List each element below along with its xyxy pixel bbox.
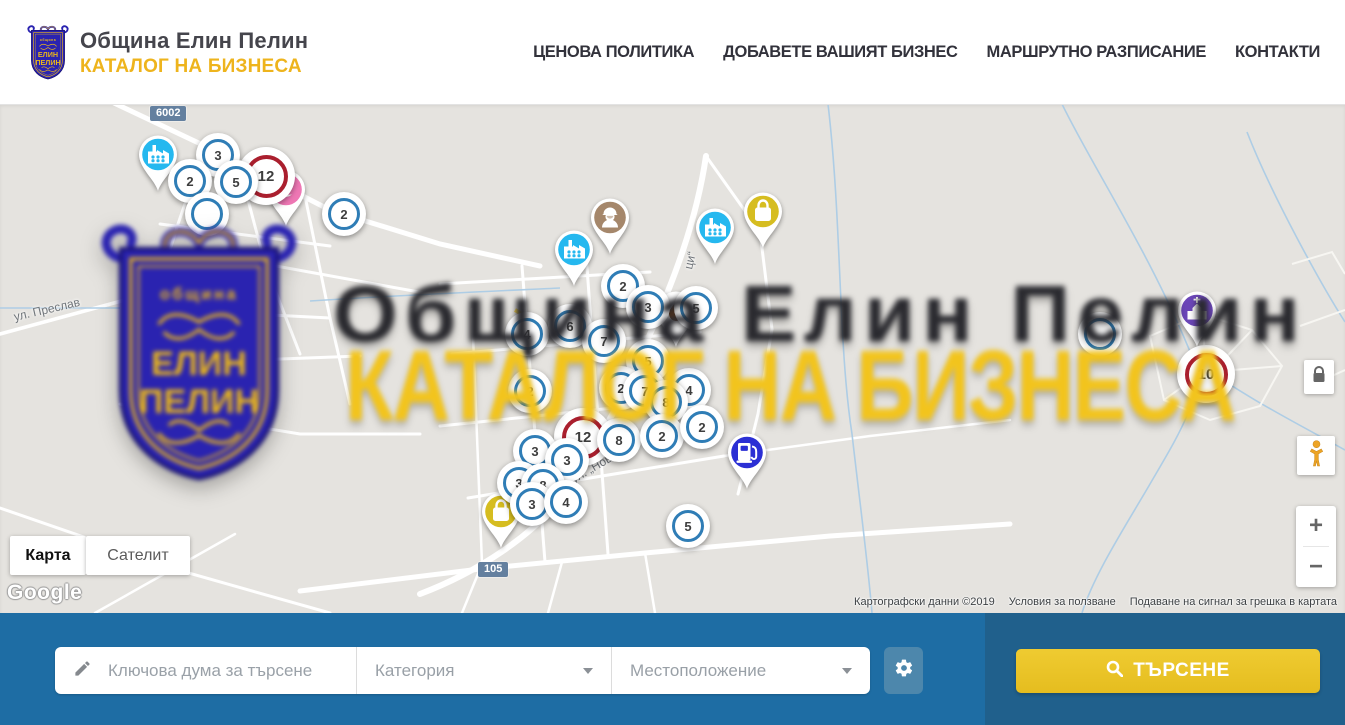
pegman-icon <box>1308 440 1325 472</box>
map-pin-church[interactable] <box>1173 289 1221 351</box>
map-cluster-marker[interactable]: 10 <box>1177 345 1235 403</box>
attribution-copyright: Картографски данни ©2019 <box>854 596 995 608</box>
map-cluster-marker[interactable]: 8 <box>597 418 641 462</box>
svg-text:община: община <box>40 38 57 42</box>
advanced-settings-button[interactable] <box>884 647 923 694</box>
map-cluster-marker[interactable]: 4 <box>505 312 549 356</box>
map-cluster-marker[interactable] <box>185 192 229 236</box>
gear-icon <box>894 658 914 683</box>
pencil-icon <box>73 659 92 683</box>
site-brand: Община Елин Пелин КАТАЛОГ НА БИЗНЕСА <box>80 28 308 78</box>
nav-item-add-business[interactable]: ДОБАВЕТЕ ВАШИЯТ БИЗНЕС <box>723 43 957 62</box>
main-nav: ЦЕНОВА ПОЛИТИКА ДОБАВЕТЕ ВАШИЯТ БИЗНЕС М… <box>533 0 1320 104</box>
zoom-control: + − <box>1296 506 1336 587</box>
site-subtitle: КАТАЛОГ НА БИЗНЕСА <box>80 56 308 78</box>
map-cluster-marker[interactable]: 7 <box>582 319 626 363</box>
google-map[interactable]: 6002105ул. Преславбул. „Новоселци“ <box>0 104 1345 613</box>
map-cluster-marker[interactable]: 5 <box>666 504 710 548</box>
zoom-out-button[interactable]: − <box>1296 547 1336 587</box>
map-attribution: Картографски данни ©2019 Условия за полз… <box>854 596 1337 608</box>
search-button[interactable]: ТЪРСЕНЕ <box>1016 649 1320 693</box>
attribution-terms-link[interactable]: Условия за ползване <box>1009 596 1116 608</box>
map-cluster-marker[interactable]: 2 <box>680 405 724 449</box>
map-markers-layer: 12 3 2 5 2 2 3 5 6 4 7 5 2 <box>0 104 1345 613</box>
street-view-pegman-button[interactable] <box>1297 436 1335 475</box>
map-cluster-marker[interactable]: 2 <box>640 414 684 458</box>
zoom-in-button[interactable]: + <box>1296 506 1336 546</box>
svg-text:ПЕЛИН: ПЕЛИН <box>35 58 60 67</box>
map-type-map-button[interactable]: Карта <box>10 536 86 575</box>
keyword-section <box>55 647 357 694</box>
chevron-down-icon <box>583 668 593 674</box>
search-bar: Категория Местоположение <box>55 647 870 694</box>
map-pin-bag[interactable] <box>739 190 787 252</box>
svg-text:ЕЛИН: ЕЛИН <box>38 50 58 59</box>
category-dropdown-label: Категория <box>375 661 454 681</box>
google-logo[interactable]: Google <box>7 581 82 605</box>
keyword-search-input[interactable] <box>106 660 340 682</box>
chevron-down-icon <box>842 668 852 674</box>
nav-item-pricing[interactable]: ЦЕНОВА ПОЛИТИКА <box>533 43 694 62</box>
map-pin-factory[interactable] <box>691 206 739 268</box>
nav-item-contacts[interactable]: КОНТАКТИ <box>1235 43 1320 62</box>
map-cluster-marker[interactable] <box>1078 312 1122 356</box>
map-type-satellite-button[interactable]: Сателит <box>86 536 190 575</box>
category-dropdown[interactable]: Категория <box>357 647 612 694</box>
site-header: община ЕЛИН ПЕЛИН Община Елин Пелин КАТА… <box>0 0 1345 105</box>
map-pin-fuel[interactable] <box>723 431 771 493</box>
map-pin-factory[interactable] <box>550 228 598 290</box>
site-title: Община Елин Пелин <box>80 28 308 54</box>
map-cluster-marker[interactable]: 5 <box>674 286 718 330</box>
attribution-report-error-link[interactable]: Подаване на сигнал за грешка в картата <box>1130 596 1337 608</box>
map-cluster-marker[interactable]: 2 <box>508 369 552 413</box>
lock-icon <box>1312 366 1326 389</box>
business-catalog-page: { "header": { "logo": {"top_text": "общи… <box>0 0 1345 725</box>
search-button-label: ТЪРСЕНЕ <box>1133 660 1230 682</box>
municipality-logo[interactable]: община ЕЛИН ПЕЛИН <box>24 21 72 83</box>
nav-item-route-schedule[interactable]: МАРШРУТНО РАЗПИСАНИЕ <box>987 43 1206 62</box>
location-dropdown[interactable]: Местоположение <box>612 647 870 694</box>
location-dropdown-label: Местоположение <box>630 661 766 681</box>
fullscreen-lock-button[interactable] <box>1304 360 1334 394</box>
search-icon <box>1106 660 1123 683</box>
map-cluster-marker[interactable]: 4 <box>544 480 588 524</box>
map-cluster-marker[interactable]: 3 <box>626 285 670 329</box>
map-cluster-marker[interactable]: 2 <box>322 192 366 236</box>
search-footer: Категория Местоположение ТЪРСЕНЕ <box>0 613 1345 725</box>
